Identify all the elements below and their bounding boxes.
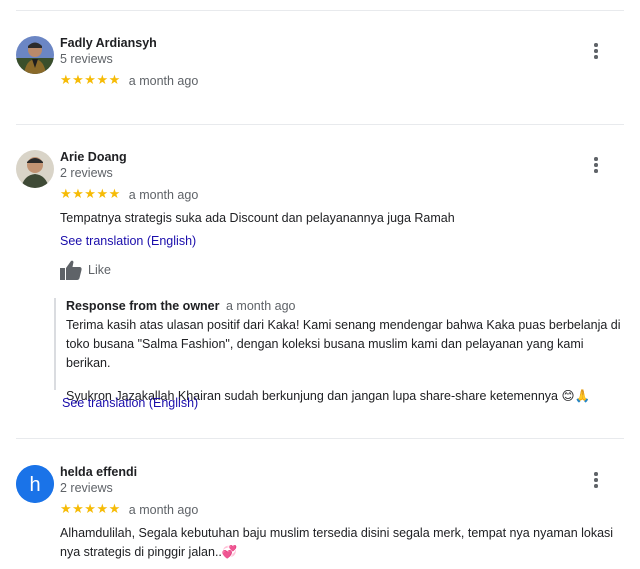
dot	[594, 484, 598, 488]
dot	[594, 472, 598, 476]
letter-avatar-icon: h	[16, 465, 54, 503]
review-time: a month ago	[128, 503, 199, 517]
dot	[594, 478, 598, 482]
review-card: h helda effendi 2 reviews ★★★★★ a month …	[0, 0, 640, 569]
star-rating: ★★★★★	[60, 502, 121, 517]
review-text: Alhamdulilah, Segala kebutuhan baju musl…	[60, 526, 614, 559]
avatar[interactable]: h	[16, 465, 54, 503]
more-options-button[interactable]	[586, 470, 606, 490]
reviewer-name[interactable]: helda effendi	[60, 465, 137, 479]
svg-text:h: h	[29, 474, 40, 496]
review-count[interactable]: 2 reviews	[60, 481, 113, 495]
rating-row: ★★★★★ a month ago	[60, 502, 198, 518]
